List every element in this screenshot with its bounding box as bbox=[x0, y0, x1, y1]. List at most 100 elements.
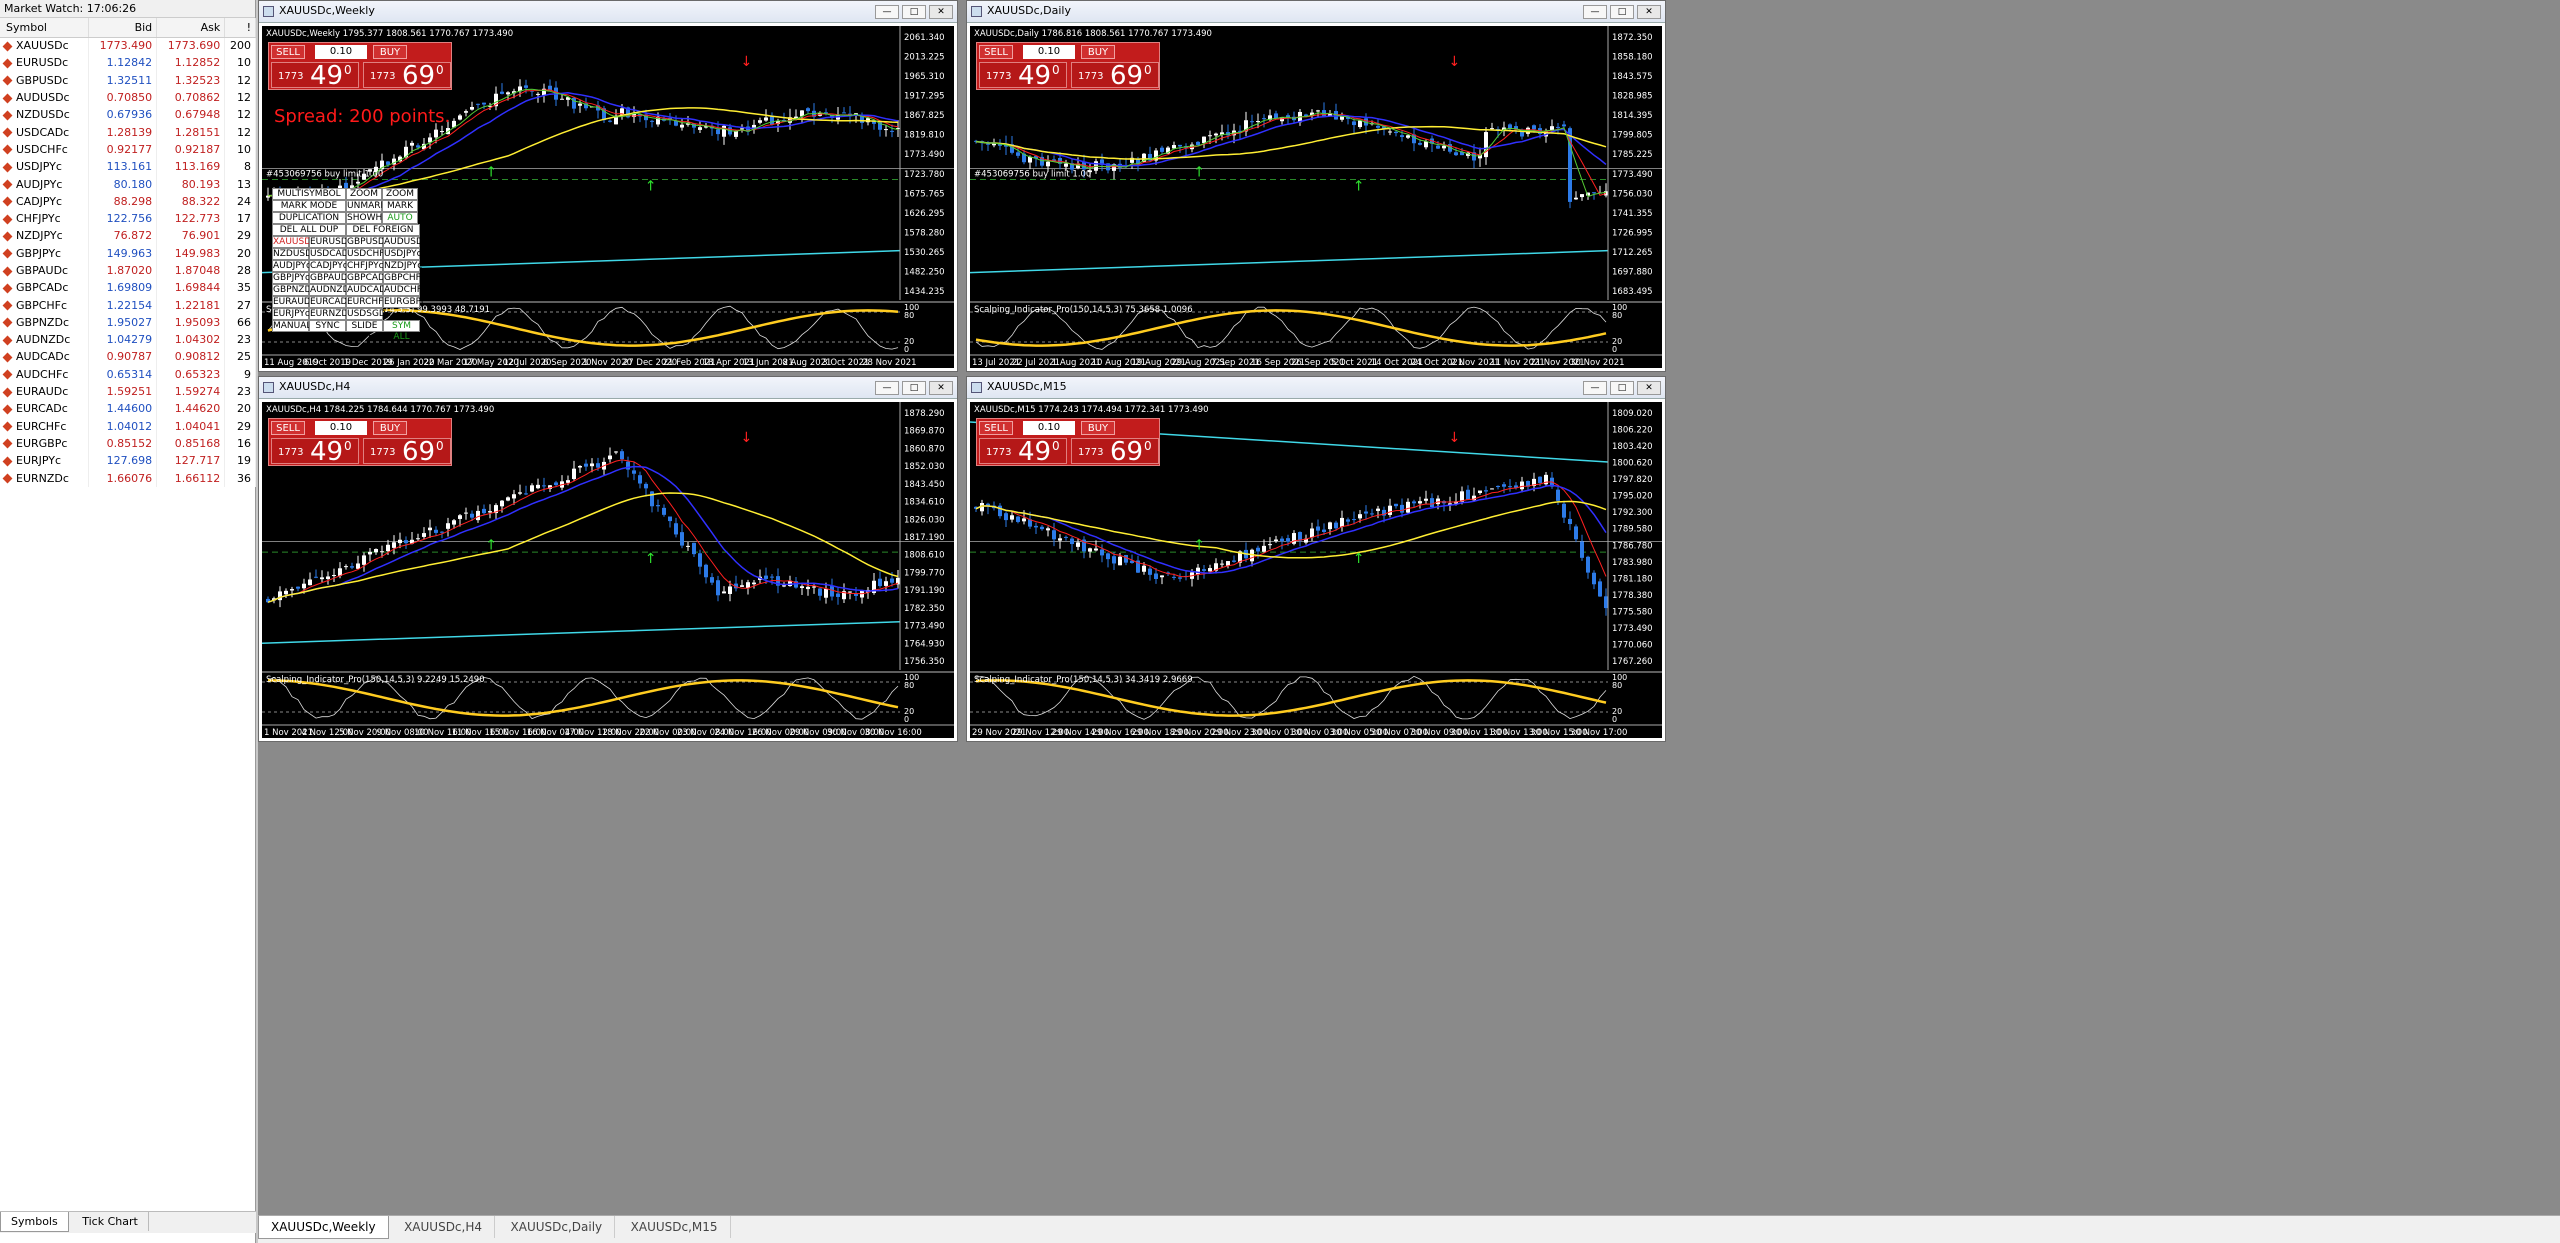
multisymbol-button[interactable]: NZDUSDc bbox=[272, 248, 317, 260]
tab-h4[interactable]: XAUUSDc,H4 bbox=[392, 1216, 496, 1238]
multisymbol-button[interactable]: DEL ALL DUP OBJ bbox=[272, 224, 346, 246]
chart-window-h4[interactable]: XAUUSDc,H4 — □ ✕ 1878.290 1869.870 1860.87… bbox=[258, 376, 958, 742]
market-watch-row[interactable]: USDCADc 1.28139 1.28151 12 bbox=[0, 123, 256, 141]
market-watch-row[interactable]: CHFJPYc 122.756 122.773 17 bbox=[0, 209, 256, 228]
buy-price-box[interactable]: 1773 69 0 bbox=[1071, 437, 1159, 467]
maximize-button[interactable]: □ bbox=[1610, 381, 1634, 395]
chart-window-daily[interactable]: XAUUSDc,Daily — □ ✕ 1872.350 1858.180 1843… bbox=[966, 0, 1666, 372]
col-spread[interactable]: ! bbox=[224, 18, 256, 38]
buy-price-box[interactable]: 1773 69 0 bbox=[363, 61, 451, 91]
sell-price-box[interactable]: 1773 49 0 bbox=[979, 437, 1067, 467]
sell-price-box[interactable]: 1773 49 0 bbox=[979, 61, 1067, 91]
multisymbol-button[interactable]: GBPCADc bbox=[346, 272, 390, 284]
multisymbol-button[interactable]: XAUUSDc bbox=[272, 236, 316, 248]
sell-price-box[interactable]: 1773 49 0 bbox=[271, 437, 359, 467]
multisymbol-button[interactable]: SYM ALL bbox=[383, 320, 420, 342]
market-watch-row[interactable]: EURUSDc 1.12842 1.12852 10 bbox=[0, 54, 256, 72]
market-watch-row[interactable]: GBPNZDc 1.95027 1.95093 66 bbox=[0, 313, 256, 332]
tab-daily[interactable]: XAUUSDc,Daily bbox=[499, 1216, 616, 1238]
multisymbol-button[interactable]: EURCHFc bbox=[346, 296, 388, 308]
multisymbol-button[interactable]: EURJPYc bbox=[272, 308, 310, 320]
multisymbol-button[interactable]: AUDCADc bbox=[346, 284, 391, 296]
multisymbol-button[interactable]: ZOOM - bbox=[346, 188, 382, 210]
minimize-button[interactable]: — bbox=[875, 5, 899, 19]
lot-size-input[interactable]: 0.10 bbox=[315, 421, 367, 435]
multisymbol-button[interactable]: GBPJPYc bbox=[272, 272, 310, 284]
tab-m15[interactable]: XAUUSDc,M15 bbox=[619, 1216, 731, 1238]
close-button[interactable]: ✕ bbox=[1637, 381, 1661, 395]
maximize-button[interactable]: □ bbox=[902, 381, 926, 395]
tab-weekly[interactable]: XAUUSDc,Weekly bbox=[258, 1216, 389, 1239]
multisymbol-button[interactable]: SYNC bbox=[309, 320, 346, 332]
market-watch-row[interactable]: GBPAUDc 1.87020 1.87048 28 bbox=[0, 261, 256, 280]
multisymbol-button[interactable]: AUDNZDc bbox=[309, 284, 354, 296]
minimize-button[interactable]: — bbox=[1583, 381, 1607, 395]
close-button[interactable]: ✕ bbox=[1637, 5, 1661, 19]
market-watch-row[interactable]: USDCHFc 0.92177 0.92187 10 bbox=[0, 140, 256, 159]
buy-button[interactable]: BUY bbox=[373, 45, 407, 59]
market-watch-row[interactable]: EURGBPc 0.85152 0.85168 16 bbox=[0, 434, 256, 453]
multisymbol-button[interactable]: EURUSDc bbox=[309, 236, 353, 248]
market-watch-row[interactable]: GBPUSDc 1.32511 1.32523 12 bbox=[0, 71, 256, 89]
maximize-button[interactable]: □ bbox=[902, 5, 926, 19]
market-watch-row[interactable]: EURCHFc 1.04012 1.04041 29 bbox=[0, 417, 256, 435]
multisymbol-button[interactable]: CADJPYc bbox=[309, 260, 348, 272]
col-bid[interactable]: Bid bbox=[88, 18, 158, 38]
market-watch-row[interactable]: AUDUSDc 0.70850 0.70862 12 bbox=[0, 88, 256, 107]
market-watch-row[interactable]: CADJPYc 88.298 88.322 24 bbox=[0, 192, 256, 210]
multisymbol-button[interactable]: ZOOM + bbox=[382, 188, 418, 210]
multisymbol-button[interactable]: GBPNZDc bbox=[272, 284, 316, 296]
multisymbol-button[interactable]: USDSGDc bbox=[346, 308, 391, 320]
sell-button[interactable]: SELL bbox=[979, 45, 1013, 59]
lot-size-input[interactable]: 0.10 bbox=[315, 45, 367, 59]
market-watch-row[interactable]: AUDCADc 0.90787 0.90812 25 bbox=[0, 348, 256, 366]
multisymbol-button[interactable]: AUDUSDc bbox=[383, 236, 428, 248]
multisymbol-button[interactable]: CHFJPYc bbox=[346, 260, 384, 272]
multisymbol-button[interactable]: GBPUSDc bbox=[346, 236, 390, 248]
multisymbol-button[interactable]: MARK MODE SEL bbox=[272, 200, 346, 222]
window-titlebar[interactable]: XAUUSDc,Weekly — □ ✕ bbox=[259, 1, 957, 23]
market-watch-row[interactable]: USDJPYc 113.161 113.169 8 bbox=[0, 158, 256, 176]
sell-button[interactable]: SELL bbox=[979, 421, 1013, 435]
sell-button[interactable]: SELL bbox=[271, 45, 305, 59]
window-titlebar[interactable]: XAUUSDc,Daily — □ ✕ bbox=[967, 1, 1665, 23]
buy-button[interactable]: BUY bbox=[373, 421, 407, 435]
multisymbol-button[interactable]: UNMARK bbox=[346, 200, 386, 212]
tab-symbols[interactable]: Symbols bbox=[0, 1212, 69, 1232]
maximize-button[interactable]: □ bbox=[1610, 5, 1634, 19]
multisymbol-button[interactable]: AUTO SH+ bbox=[382, 212, 418, 234]
chart-area[interactable]: 1809.020 1806.220 1803.420 1800.620 1797.820… bbox=[970, 402, 1662, 738]
market-watch-row[interactable]: AUDNZDc 1.04279 1.04302 23 bbox=[0, 331, 256, 349]
chart-window-m15[interactable]: XAUUSDc,M15 — □ ✕ 1809.020 1806.220 1803.4… bbox=[966, 376, 1666, 742]
multisymbol-button[interactable]: DEL FOREIGN OBJ bbox=[346, 224, 420, 246]
market-watch-row[interactable]: GBPCADc 1.69809 1.69844 35 bbox=[0, 279, 256, 297]
market-watch-row[interactable]: EURCADc 1.44600 1.44620 20 bbox=[0, 400, 256, 418]
multisymbol-button[interactable]: AUDJPYc bbox=[272, 260, 311, 272]
lot-size-input[interactable]: 0.10 bbox=[1023, 45, 1075, 59]
col-symbol[interactable]: Symbol bbox=[0, 18, 90, 38]
multisymbol-button[interactable]: MANUAL bbox=[272, 320, 311, 332]
window-titlebar[interactable]: XAUUSDc,M15 — □ ✕ bbox=[967, 377, 1665, 399]
chart-area[interactable]: 1878.290 1869.870 1860.870 1852.030 1843.450… bbox=[262, 402, 954, 738]
buy-price-box[interactable]: 1773 69 0 bbox=[363, 437, 451, 467]
market-watch-row[interactable]: EURJPYc 127.698 127.717 19 bbox=[0, 452, 256, 470]
market-watch-row[interactable]: EURAUDc 1.59251 1.59274 23 bbox=[0, 382, 256, 401]
multisymbol-button[interactable]: NZDJPYc bbox=[383, 260, 422, 272]
window-titlebar[interactable]: XAUUSDc,H4 — □ ✕ bbox=[259, 377, 957, 399]
market-watch-row[interactable]: GBPJPYc 149.963 149.983 20 bbox=[0, 244, 256, 262]
multisymbol-button[interactable]: MARK bbox=[382, 200, 418, 212]
buy-button[interactable]: BUY bbox=[1081, 421, 1115, 435]
multisymbol-button[interactable]: GBPAUDc bbox=[309, 272, 353, 284]
market-watch-row[interactable]: NZDUSDc 0.67936 0.67948 12 bbox=[0, 106, 256, 124]
multisymbol-button[interactable]: USDCADc bbox=[309, 248, 354, 260]
multisymbol-button[interactable]: EURNZDc bbox=[309, 308, 353, 320]
close-button[interactable]: ✕ bbox=[929, 381, 953, 395]
market-watch-row[interactable]: XAUUSDc 1773.490 1773.690 200 bbox=[0, 37, 256, 55]
multisymbol-button[interactable]: DUPLICATION OFF bbox=[272, 212, 346, 234]
buy-price-box[interactable]: 1773 69 0 bbox=[1071, 61, 1159, 91]
chart-window-weekly[interactable]: XAUUSDc,Weekly — □ ✕ 2061.340 2013.225 196… bbox=[258, 0, 958, 372]
minimize-button[interactable]: — bbox=[1583, 5, 1607, 19]
multisymbol-button[interactable]: SLIDE OFF bbox=[346, 320, 383, 342]
market-watch-row[interactable]: NZDJPYc 76.872 76.901 29 bbox=[0, 227, 256, 245]
multisymbol-button[interactable]: GBPCHFc bbox=[383, 272, 426, 284]
